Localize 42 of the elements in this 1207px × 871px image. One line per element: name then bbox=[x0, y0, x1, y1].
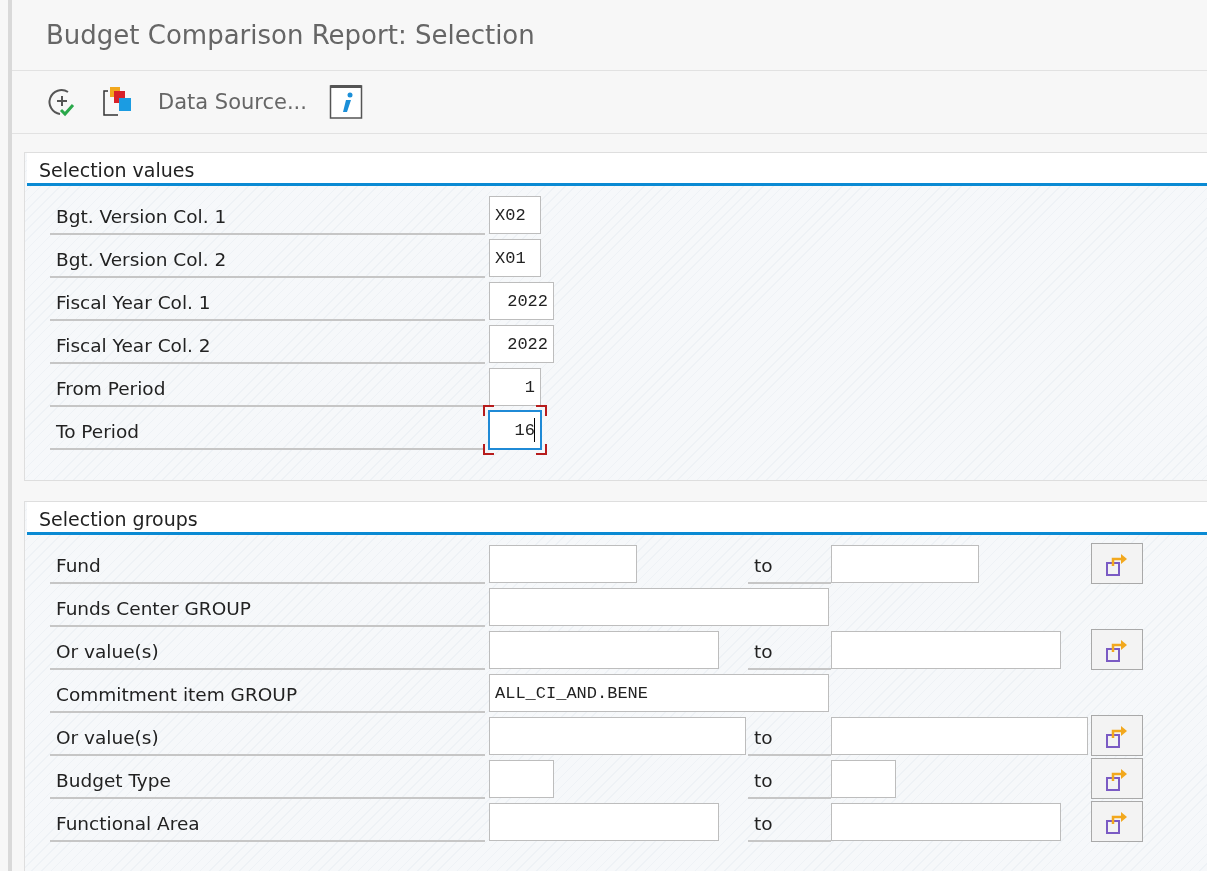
multiple-selection-button[interactable] bbox=[1091, 801, 1143, 842]
input-field[interactable]: X02 bbox=[489, 196, 541, 234]
field-label: Or value(s) bbox=[50, 715, 485, 756]
input-field[interactable]: 2022 bbox=[489, 325, 554, 363]
input-field[interactable]: 2022 bbox=[489, 282, 554, 320]
section-title: Selection groups bbox=[39, 508, 198, 532]
field-label: Bgt. Version Col. 1 bbox=[50, 194, 485, 235]
field-label: Commitment item GROUP bbox=[50, 672, 485, 713]
field-label: Or value(s) bbox=[50, 629, 485, 670]
input-field[interactable]: 1 bbox=[489, 368, 541, 406]
input-field[interactable]: ALL_CI_AND.BENE bbox=[489, 674, 829, 712]
field-label: Functional Area bbox=[50, 801, 485, 842]
input-field[interactable] bbox=[489, 588, 829, 626]
field-label: Fiscal Year Col. 2 bbox=[50, 323, 485, 364]
data-source-button[interactable]: Data Source... bbox=[154, 88, 311, 116]
field-label: Fiscal Year Col. 1 bbox=[50, 280, 485, 321]
input-field[interactable]: 16 bbox=[489, 411, 541, 449]
input-field[interactable] bbox=[831, 760, 896, 798]
field-label: Fund bbox=[50, 543, 485, 584]
field-label: Bgt. Version Col. 2 bbox=[50, 237, 485, 278]
field-label: From Period bbox=[50, 366, 485, 407]
section-title: Selection values bbox=[39, 159, 195, 183]
input-field[interactable] bbox=[831, 803, 1061, 841]
input-field[interactable] bbox=[831, 545, 979, 583]
field-label: Funds Center GROUP bbox=[50, 586, 485, 627]
input-field[interactable] bbox=[489, 760, 554, 798]
input-field[interactable] bbox=[489, 631, 719, 669]
input-field[interactable] bbox=[831, 717, 1088, 755]
input-field[interactable] bbox=[489, 545, 637, 583]
input-field[interactable] bbox=[831, 631, 1061, 669]
input-field[interactable] bbox=[489, 717, 746, 755]
multiple-selection-button[interactable] bbox=[1091, 543, 1143, 584]
text-cursor bbox=[534, 418, 535, 442]
info-icon bbox=[328, 84, 363, 120]
multiple-selection-button[interactable] bbox=[1091, 715, 1143, 756]
input-field[interactable] bbox=[489, 803, 719, 841]
multiple-selection-button[interactable] bbox=[1091, 758, 1143, 799]
field-label: To Period bbox=[50, 409, 485, 450]
field-label: Budget Type bbox=[50, 758, 485, 799]
input-field[interactable]: X01 bbox=[489, 239, 541, 277]
multiple-selection-button[interactable] bbox=[1091, 629, 1143, 670]
window-title: Budget Comparison Report: Selection bbox=[46, 20, 535, 50]
